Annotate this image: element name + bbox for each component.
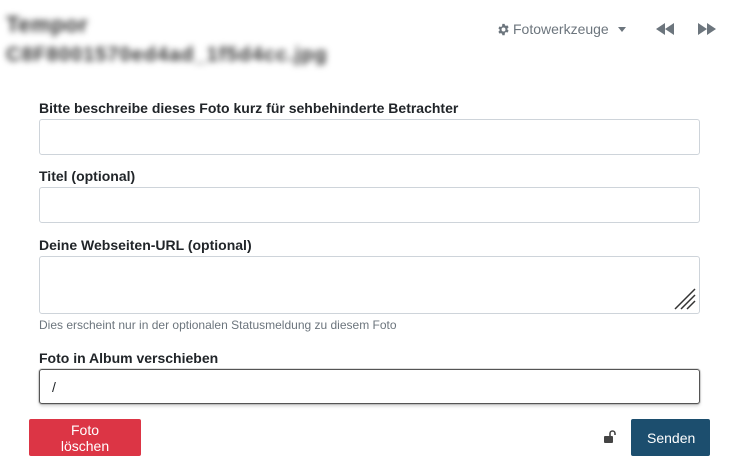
website-url-label: Deine Webseiten-URL (optional) [39, 237, 252, 253]
photo-title-blurred: Tempor C8F8001570ed4ad_1f5d4cc.jpg [6, 10, 466, 74]
album-input[interactable] [39, 369, 700, 404]
album-label: Foto in Album verschieben [39, 350, 219, 366]
website-url-help: Dies erscheint nur in der optionalen Sta… [39, 318, 397, 332]
delete-photo-button[interactable]: Foto löschen [29, 419, 141, 456]
website-url-wrapper [39, 256, 700, 314]
unlock-icon[interactable] [603, 430, 617, 444]
photo-edit-page: Tempor C8F8001570ed4ad_1f5d4cc.jpg Fotow… [0, 0, 739, 469]
gear-icon [498, 23, 509, 35]
rewind-icon[interactable] [654, 20, 676, 38]
website-url-textarea[interactable] [39, 256, 700, 314]
photo-filename: C8F8001570ed4ad_1f5d4cc.jpg [6, 44, 328, 66]
title-input[interactable] [39, 187, 700, 223]
photo-toolbar: Fotowerkzeuge [497, 18, 626, 40]
title-label: Titel (optional) [39, 168, 136, 184]
photo-title-line1: Tempor [6, 12, 89, 37]
resize-handle-icon[interactable] [673, 287, 697, 311]
alt-text-input[interactable] [39, 119, 700, 155]
chevron-down-icon [617, 26, 626, 32]
photo-edit-form: Bitte beschreibe dieses Foto kurz für se… [39, 98, 700, 404]
send-button[interactable]: Senden [631, 419, 710, 456]
photo-tools-label: Fotowerkzeuge [513, 21, 609, 37]
fast-forward-icon[interactable] [696, 20, 718, 38]
photo-tools-dropdown[interactable]: Fotowerkzeuge [497, 21, 626, 37]
alt-text-label: Bitte beschreibe dieses Foto kurz für se… [39, 100, 459, 116]
